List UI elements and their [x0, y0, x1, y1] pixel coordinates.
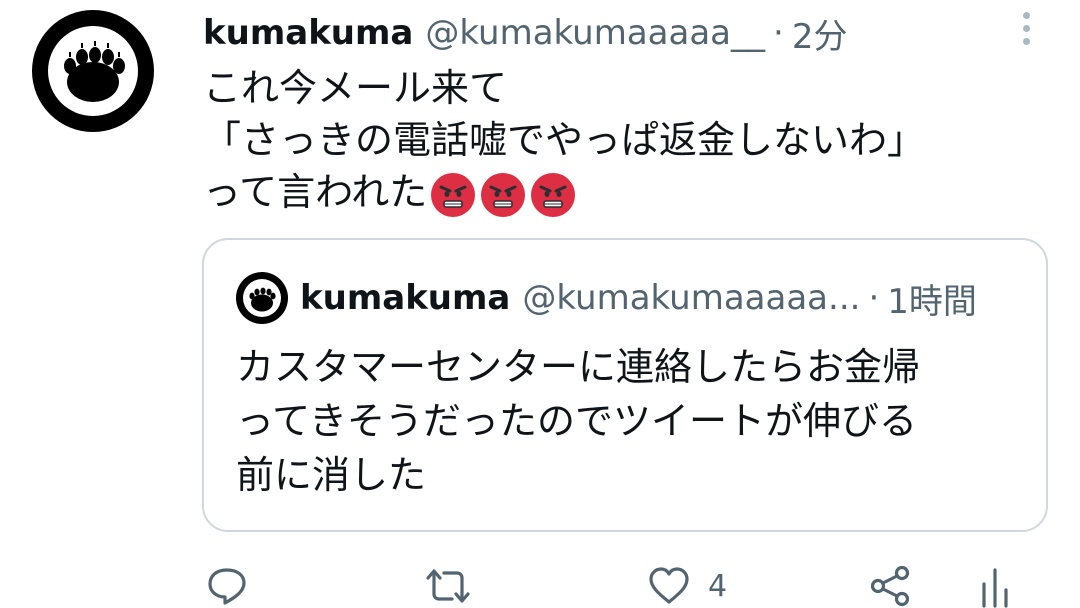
user-name[interactable]: kumakuma: [203, 13, 413, 53]
share-button[interactable]: [868, 564, 912, 608]
tweet-timestamp[interactable]: 2分: [792, 9, 848, 58]
quoted-timestamp: 1時間: [887, 281, 977, 322]
emoji-group: [431, 172, 576, 217]
angry-face-emoji: [481, 172, 526, 217]
retweet-icon: [426, 569, 470, 603]
heart-icon: [649, 567, 689, 604]
bear-paw-icon: [64, 41, 125, 102]
like-count: 4: [708, 568, 728, 604]
action-bar: 4: [0, 560, 1080, 608]
quoted-tweet[interactable]: kumakuma @kumakumaaaaa... · 1時間 カスタマーセンタ…: [202, 238, 1048, 532]
separator-dot: ·: [773, 13, 784, 53]
avatar[interactable]: [32, 10, 154, 132]
like-button[interactable]: 4: [648, 564, 727, 608]
tweet-text: これ今メール来て 「さっきの電話嘘でやっぱ返金しないわ」 って言われた: [203, 62, 1023, 218]
retweet-button[interactable]: [424, 564, 472, 608]
angry-face-emoji: [431, 172, 476, 217]
quoted-tweet-text: カスタマーセンターに連絡したらお金帰 ってきそうだったのでツイートが伸びる 前に…: [236, 345, 921, 497]
separator-dot: ·: [868, 278, 880, 318]
share-icon: [870, 565, 910, 607]
bear-paw-icon: [249, 287, 276, 312]
user-handle[interactable]: @kumakumaaaaa__: [425, 13, 765, 53]
more-options-icon[interactable]: [1010, 10, 1042, 46]
quoted-avatar[interactable]: [236, 272, 288, 324]
quoted-user-name: kumakuma: [300, 278, 511, 318]
quoted-header: kumakuma @kumakumaaaaa... · 1時間: [300, 274, 1040, 322]
reply-button[interactable]: [206, 564, 248, 608]
analytics-icon: [982, 568, 1008, 608]
analytics-button[interactable]: [978, 564, 1012, 608]
angry-face-emoji: [531, 172, 576, 217]
reply-icon: [208, 568, 246, 605]
quoted-user-handle: @kumakumaaaaa...: [522, 278, 861, 318]
tweet-header: kumakuma @kumakumaaaaa__ · 2分: [203, 8, 847, 58]
